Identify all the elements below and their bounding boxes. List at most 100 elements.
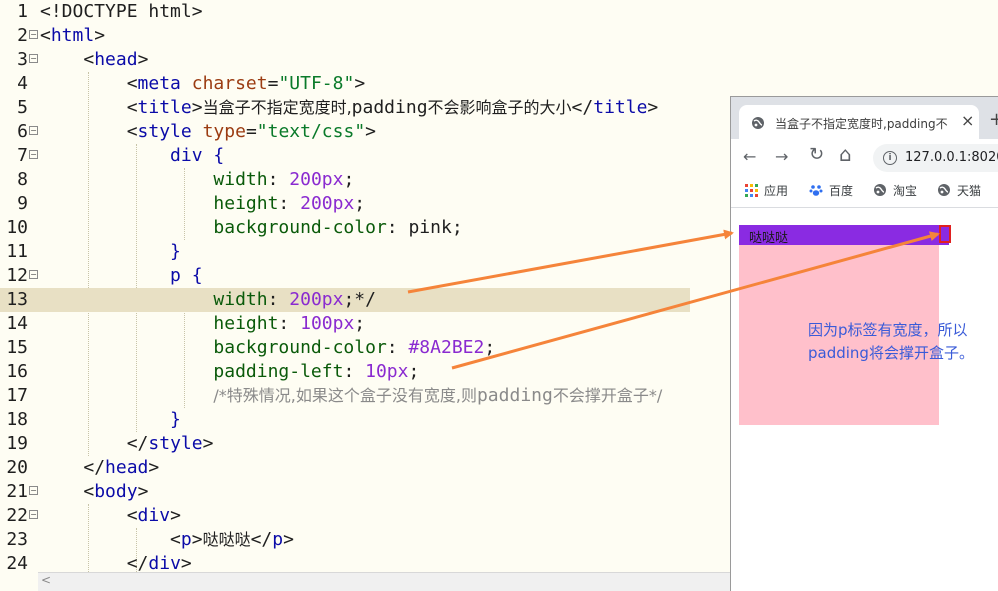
code-token: body: [94, 481, 138, 502]
globe-icon: [751, 115, 765, 134]
code-token: p: [272, 529, 284, 550]
fold-toggle-icon[interactable]: −: [29, 126, 38, 135]
code-token: height: [213, 313, 279, 334]
code-token: type: [202, 121, 246, 142]
line-number: 8: [17, 169, 28, 190]
code-token: div: [148, 553, 181, 572]
code-token: background-color: [213, 337, 387, 358]
scroll-left-icon[interactable]: <: [41, 573, 51, 587]
code-text: <title>当盒子不指定宽度时,padding不会影响盒子的大小</title…: [126, 97, 659, 118]
url-text: 127.0.0.1:8020: [905, 150, 998, 165]
code-text: p {: [170, 265, 203, 286]
code-token: */: [354, 289, 376, 310]
line-number: 3: [17, 49, 28, 70]
line-number: 5: [17, 97, 28, 118]
line-number: 16: [6, 361, 28, 382]
code-line-current: 13 width: 200px;*/: [0, 288, 690, 312]
globe-icon: [873, 183, 887, 200]
bookmark-tmall[interactable]: 天猫: [937, 182, 981, 200]
code-token: padding: [476, 385, 553, 406]
code-text: <style type="text/css">: [126, 121, 376, 142]
line-number: 15: [6, 337, 28, 358]
line-number: 4: [17, 73, 28, 94]
code-text: <meta charset="UTF-8">: [126, 73, 366, 94]
fold-toggle-icon[interactable]: −: [29, 30, 38, 39]
bookmark-label: 淘宝: [893, 184, 918, 198]
code-token: head: [94, 49, 138, 70]
code-text: <head>: [83, 49, 149, 70]
code-text: </head>: [83, 457, 160, 478]
line-number: 11: [6, 241, 28, 262]
line-number: 18: [6, 409, 28, 430]
code-token: "UTF-8": [278, 73, 355, 94]
line-number: 2: [17, 25, 28, 46]
code-token: /*特殊情况,如果这个盒子没有宽度,则: [213, 386, 477, 405]
line-number: 19: [6, 433, 28, 454]
new-tab-icon[interactable]: +: [989, 109, 998, 130]
home-icon[interactable]: ⌂: [839, 142, 852, 166]
back-icon[interactable]: ←: [743, 147, 756, 166]
bookmark-baidu[interactable]: 百度: [809, 182, 853, 200]
bookmark-label: 应用: [764, 184, 789, 198]
line-number: 1: [17, 1, 28, 22]
info-icon[interactable]: i: [883, 151, 897, 165]
reload-icon[interactable]: ↻: [809, 144, 824, 165]
bookmark-apps[interactable]: 应用: [745, 182, 788, 200]
code-token: div: [170, 145, 203, 166]
fold-toggle-icon[interactable]: −: [29, 54, 38, 63]
page-viewport: 哒哒哒 因为p标签有宽度，所以padding将会撑开盒子。: [731, 208, 998, 591]
fold-toggle-icon[interactable]: −: [29, 150, 38, 159]
fold-toggle-icon[interactable]: −: [29, 510, 38, 519]
code-token: "text/css": [256, 121, 366, 142]
code-line: 1 <!DOCTYPE html>: [0, 0, 998, 24]
code-token: height: [213, 193, 279, 214]
line-number: 9: [17, 193, 28, 214]
code-token: padding-left: [213, 361, 344, 382]
code-text: height: 200px;: [213, 193, 366, 214]
code-token: 200px: [289, 289, 344, 310]
fold-toggle-icon[interactable]: −: [29, 270, 38, 279]
line-number: 10: [6, 217, 28, 238]
code-text: width: 200px;: [213, 169, 355, 190]
tab-title: 当盒子不指定宽度时,padding不: [775, 117, 948, 131]
code-text: padding-left: 10px;: [213, 361, 420, 382]
bookmark-taobao[interactable]: 淘宝: [873, 182, 917, 200]
code-text: </style>: [126, 433, 214, 454]
code-token: 200px: [289, 169, 344, 190]
line-number: 14: [6, 313, 28, 334]
line-number: 7: [17, 145, 28, 166]
line-number: 6: [17, 121, 28, 142]
code-token: style: [148, 433, 203, 454]
bookmarks-bar: 应用 百度 淘宝 天猫: [731, 177, 998, 208]
code-token: title: [137, 97, 192, 118]
code-token: charset: [191, 73, 268, 94]
line-number: 21: [6, 481, 28, 502]
address-bar[interactable]: i 127.0.0.1:8020: [873, 144, 998, 172]
code-token: width: [213, 289, 268, 310]
line-number: 23: [6, 529, 28, 550]
code-token: pink: [408, 217, 452, 238]
code-token: <!DOCTYPE html>: [40, 1, 203, 22]
browser-tab[interactable]: 当盒子不指定宽度时,padding不 ×: [739, 105, 979, 139]
code-token: title: [593, 97, 648, 118]
code-token: 哒哒哒: [202, 530, 251, 549]
code-text: background-color: #8A2BE2;: [213, 337, 496, 358]
overflow-highlight: [939, 225, 951, 243]
code-text: <p>哒哒哒</p>: [170, 529, 294, 550]
browser-window: 当盒子不指定宽度时,padding不 × + ← → ↻ ⌂ i 127.0.0…: [730, 96, 998, 591]
close-icon[interactable]: ×: [961, 111, 974, 130]
horizontal-scrollbar[interactable]: <: [38, 572, 730, 591]
line-number: 13: [6, 289, 28, 310]
code-text: background-color: pink;: [213, 217, 463, 238]
forward-icon[interactable]: →: [775, 147, 788, 166]
code-line: 3 − <head>: [0, 48, 998, 72]
apps-grid-icon: [745, 183, 758, 200]
code-token: 200px: [300, 193, 355, 214]
code-line: 4 <meta charset="UTF-8">: [0, 72, 998, 96]
code-text: width: 200px;*/: [213, 289, 376, 310]
code-token: p: [170, 265, 181, 286]
code-text: }: [170, 409, 181, 430]
code-token: div: [137, 505, 171, 526]
line-number: 24: [6, 553, 28, 572]
fold-toggle-icon[interactable]: −: [29, 486, 38, 495]
